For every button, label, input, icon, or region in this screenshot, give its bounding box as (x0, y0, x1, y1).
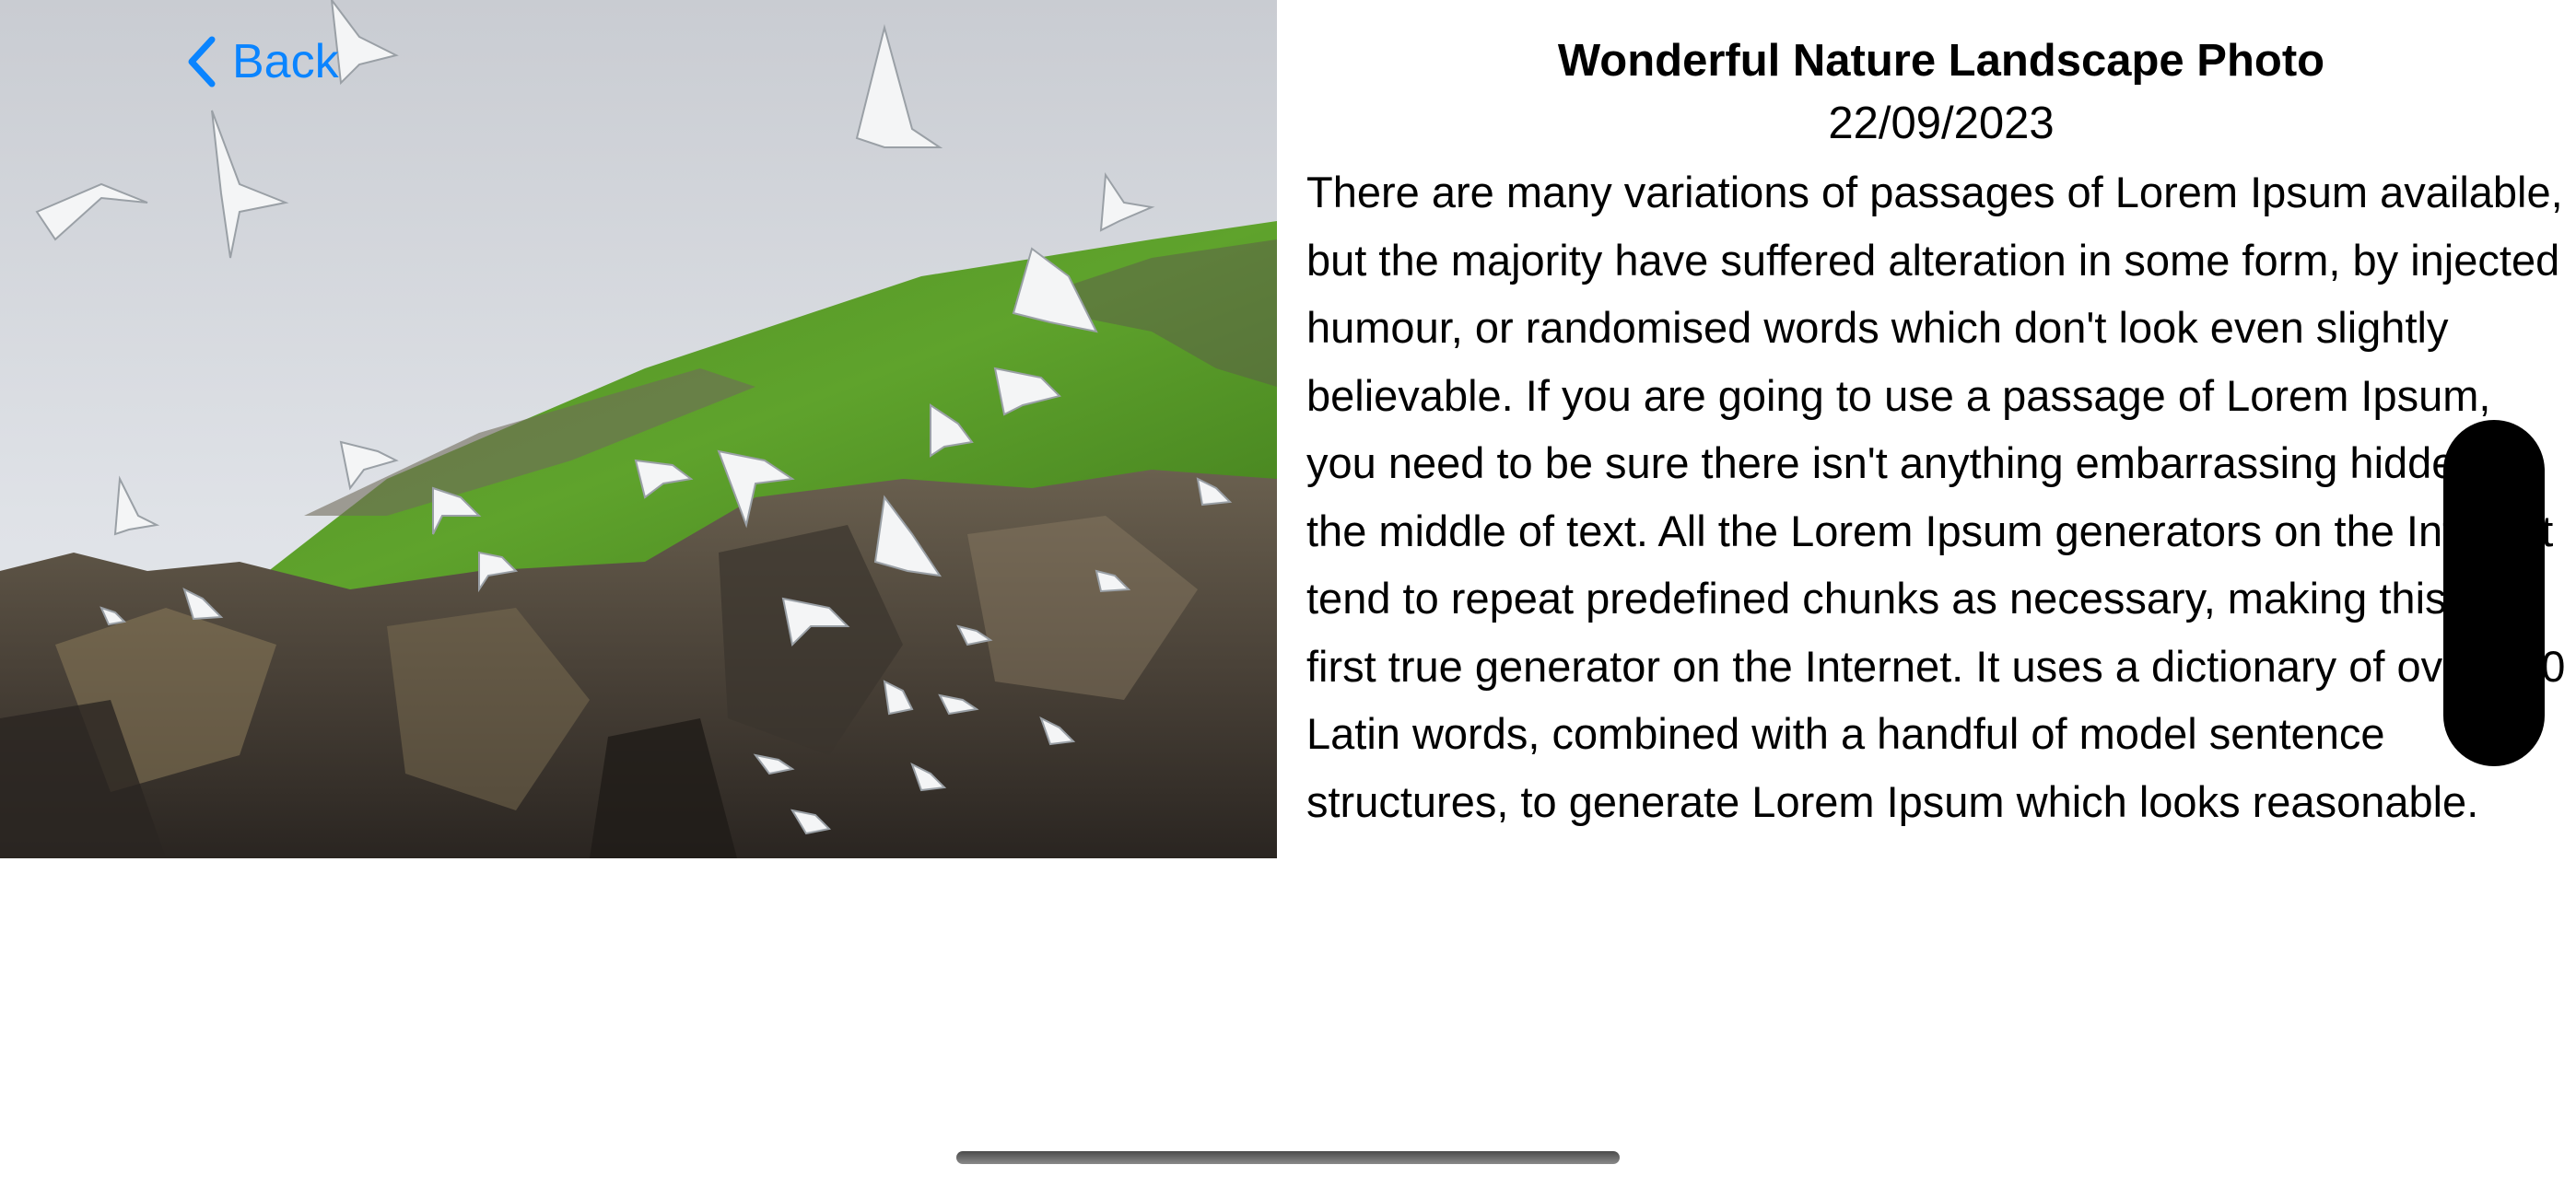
photo-description: There are many variations of passages of… (1306, 168, 2566, 826)
back-button[interactable]: Back (184, 28, 339, 96)
landscape-photo (0, 0, 1277, 858)
back-button-label: Back (232, 35, 339, 88)
photo-detail-panel: Wonderful Nature Landscape Photo 22/09/2… (1306, 0, 2576, 858)
camera-cutout (2443, 420, 2545, 766)
chevron-left-icon (188, 36, 216, 87)
home-indicator[interactable] (956, 1151, 1620, 1164)
photo-title: Wonderful Nature Landscape Photo (1557, 36, 2325, 86)
landscape-photo-image (0, 0, 1277, 858)
photo-date: 22/09/2023 (1828, 99, 2055, 148)
